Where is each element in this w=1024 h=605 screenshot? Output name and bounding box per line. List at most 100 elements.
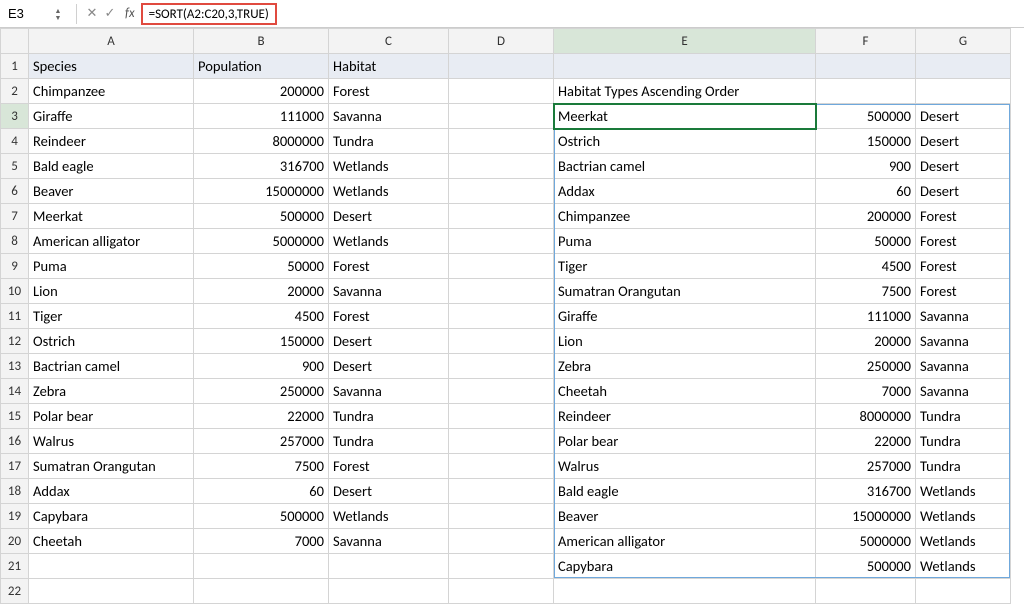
col-header-F[interactable]: F	[816, 29, 916, 54]
cell-D13[interactable]	[449, 354, 554, 379]
cell-G13[interactable]: Savanna	[916, 354, 1011, 379]
cell-B6[interactable]: 15000000	[194, 179, 329, 204]
cell-F22[interactable]	[816, 579, 916, 604]
cell-F15[interactable]: 8000000	[816, 404, 916, 429]
cell-B21[interactable]	[194, 554, 329, 579]
cell-B1[interactable]: Population	[194, 54, 329, 79]
cell-F13[interactable]: 250000	[816, 354, 916, 379]
cell-E11[interactable]: Giraffe	[554, 304, 816, 329]
cell-G4[interactable]: Desert	[916, 129, 1011, 154]
col-header-A[interactable]: A	[29, 29, 194, 54]
name-box-stepper[interactable]: ▲ ▼	[52, 3, 64, 25]
cell-F12[interactable]: 20000	[816, 329, 916, 354]
row-header-1[interactable]: 1	[1, 54, 29, 79]
cell-A10[interactable]: Lion	[29, 279, 194, 304]
cell-C21[interactable]	[329, 554, 449, 579]
cell-A22[interactable]	[29, 579, 194, 604]
cell-E9[interactable]: Tiger	[554, 254, 816, 279]
cell-B5[interactable]: 316700	[194, 154, 329, 179]
cell-B20[interactable]: 7000	[194, 529, 329, 554]
cell-F10[interactable]: 7500	[816, 279, 916, 304]
cell-B16[interactable]: 257000	[194, 429, 329, 454]
cell-A12[interactable]: Ostrich	[29, 329, 194, 354]
cell-G19[interactable]: Wetlands	[916, 504, 1011, 529]
cell-D3[interactable]	[449, 104, 554, 129]
col-header-D[interactable]: D	[449, 29, 554, 54]
cell-E21[interactable]: Capybara	[554, 554, 816, 579]
cell-E12[interactable]: Lion	[554, 329, 816, 354]
cell-F6[interactable]: 60	[816, 179, 916, 204]
cell-C18[interactable]: Desert	[329, 479, 449, 504]
col-header-C[interactable]: C	[329, 29, 449, 54]
cell-D6[interactable]	[449, 179, 554, 204]
cell-A18[interactable]: Addax	[29, 479, 194, 504]
row-header-2[interactable]: 2	[1, 79, 29, 104]
cell-E5[interactable]: Bactrian camel	[554, 154, 816, 179]
cell-B4[interactable]: 8000000	[194, 129, 329, 154]
cell-C5[interactable]: Wetlands	[329, 154, 449, 179]
confirm-icon[interactable]: ✓	[101, 6, 119, 21]
cell-G7[interactable]: Forest	[916, 204, 1011, 229]
cell-C10[interactable]: Savanna	[329, 279, 449, 304]
col-header-G[interactable]: G	[916, 29, 1011, 54]
cell-E19[interactable]: Beaver	[554, 504, 816, 529]
cell-B7[interactable]: 500000	[194, 204, 329, 229]
cell-E20[interactable]: American alligator	[554, 529, 816, 554]
row-header-8[interactable]: 8	[1, 229, 29, 254]
cell-E13[interactable]: Zebra	[554, 354, 816, 379]
cell-E18[interactable]: Bald eagle	[554, 479, 816, 504]
cell-F3[interactable]: 500000	[816, 104, 916, 129]
cell-C11[interactable]: Forest	[329, 304, 449, 329]
row-header-11[interactable]: 11	[1, 304, 29, 329]
cell-C6[interactable]: Wetlands	[329, 179, 449, 204]
cell-C4[interactable]: Tundra	[329, 129, 449, 154]
cell-E22[interactable]	[554, 579, 816, 604]
cell-D1[interactable]	[449, 54, 554, 79]
cell-F11[interactable]: 111000	[816, 304, 916, 329]
cell-F17[interactable]: 257000	[816, 454, 916, 479]
cell-D21[interactable]	[449, 554, 554, 579]
cell-C19[interactable]: Wetlands	[329, 504, 449, 529]
cell-A16[interactable]: Walrus	[29, 429, 194, 454]
cell-C13[interactable]: Desert	[329, 354, 449, 379]
row-header-18[interactable]: 18	[1, 479, 29, 504]
cell-C7[interactable]: Desert	[329, 204, 449, 229]
cell-B9[interactable]: 50000	[194, 254, 329, 279]
cell-A14[interactable]: Zebra	[29, 379, 194, 404]
cell-F18[interactable]: 316700	[816, 479, 916, 504]
cell-E17[interactable]: Walrus	[554, 454, 816, 479]
cell-C17[interactable]: Forest	[329, 454, 449, 479]
cell-E14[interactable]: Cheetah	[554, 379, 816, 404]
cell-B2[interactable]: 200000	[194, 79, 329, 104]
cell-C3[interactable]: Savanna	[329, 104, 449, 129]
cell-G1[interactable]	[916, 54, 1011, 79]
cell-C15[interactable]: Tundra	[329, 404, 449, 429]
cell-E16[interactable]: Polar bear	[554, 429, 816, 454]
cell-G16[interactable]: Tundra	[916, 429, 1011, 454]
cell-G20[interactable]: Wetlands	[916, 529, 1011, 554]
cell-D7[interactable]	[449, 204, 554, 229]
cell-A11[interactable]: Tiger	[29, 304, 194, 329]
row-header-21[interactable]: 21	[1, 554, 29, 579]
cell-A3[interactable]: Giraffe	[29, 104, 194, 129]
cell-G12[interactable]: Savanna	[916, 329, 1011, 354]
cell-A6[interactable]: Beaver	[29, 179, 194, 204]
cell-A5[interactable]: Bald eagle	[29, 154, 194, 179]
row-header-13[interactable]: 13	[1, 354, 29, 379]
cell-G18[interactable]: Wetlands	[916, 479, 1011, 504]
cell-A8[interactable]: American alligator	[29, 229, 194, 254]
cell-G14[interactable]: Savanna	[916, 379, 1011, 404]
cell-F19[interactable]: 15000000	[816, 504, 916, 529]
cell-B14[interactable]: 250000	[194, 379, 329, 404]
cell-G17[interactable]: Tundra	[916, 454, 1011, 479]
select-all-corner[interactable]	[1, 29, 29, 54]
cell-G8[interactable]: Forest	[916, 229, 1011, 254]
cell-D9[interactable]	[449, 254, 554, 279]
cell-D22[interactable]	[449, 579, 554, 604]
cell-A15[interactable]: Polar bear	[29, 404, 194, 429]
row-header-19[interactable]: 19	[1, 504, 29, 529]
cell-D11[interactable]	[449, 304, 554, 329]
cell-F20[interactable]: 5000000	[816, 529, 916, 554]
row-header-20[interactable]: 20	[1, 529, 29, 554]
cell-D10[interactable]	[449, 279, 554, 304]
